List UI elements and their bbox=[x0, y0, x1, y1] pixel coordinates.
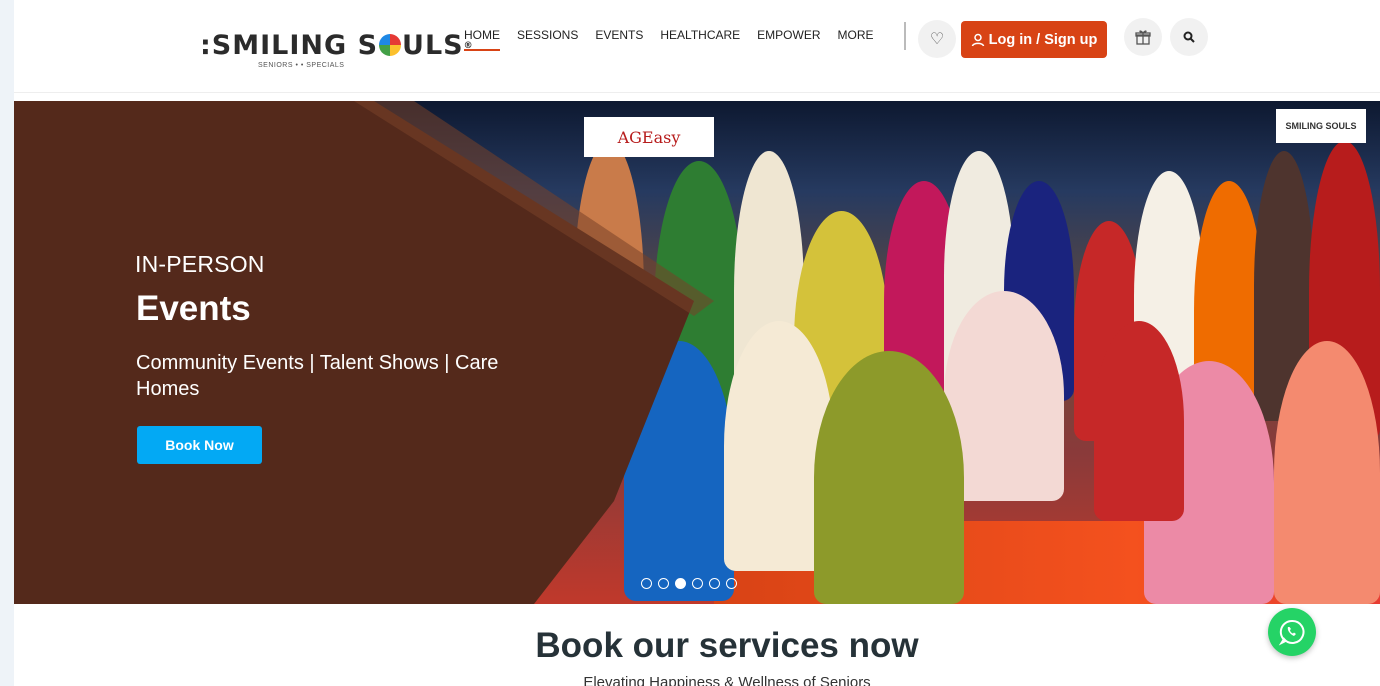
photo-banner-smiling-souls: SMILING SOULS bbox=[1276, 109, 1366, 143]
carousel-dot-1[interactable] bbox=[641, 578, 652, 589]
hero-description: Community Events | Talent Shows | Care H… bbox=[136, 352, 499, 400]
logo-wordmark: :SMILING S ULS® bbox=[200, 30, 474, 61]
services-subheading: Elevating Happiness & Wellness of Senior… bbox=[583, 674, 871, 686]
carousel-dots bbox=[641, 578, 737, 589]
wishlist-button[interactable]: ♡ bbox=[918, 20, 956, 58]
nav-empower[interactable]: EMPOWER bbox=[757, 28, 820, 51]
whatsapp-button[interactable] bbox=[1268, 608, 1316, 656]
heart-icon: ♡ bbox=[929, 31, 945, 48]
nav-events[interactable]: EVENTS bbox=[595, 28, 643, 51]
site-header: :SMILING S ULS® SENIORS • • SPECIALS HOME… bbox=[14, 0, 1380, 93]
services-heading: Book our services now bbox=[535, 626, 919, 665]
photo-person bbox=[1094, 321, 1184, 521]
carousel-dot-2[interactable] bbox=[658, 578, 669, 589]
nav-healthcare[interactable]: HEALTHCARE bbox=[660, 28, 740, 51]
hero-kicker: IN-PERSON bbox=[135, 251, 265, 277]
user-icon bbox=[971, 33, 984, 46]
carousel-dot-6[interactable] bbox=[726, 578, 737, 589]
gift-button[interactable] bbox=[1124, 18, 1162, 56]
nav-more[interactable]: MORE bbox=[838, 28, 874, 51]
photo-banner-ageasy: AGEasy bbox=[584, 117, 714, 157]
login-label: Log in / Sign up bbox=[988, 31, 1098, 48]
brand-logo[interactable]: :SMILING S ULS® SENIORS • • SPECIALS bbox=[200, 26, 474, 76]
carousel-dot-3[interactable] bbox=[675, 578, 686, 589]
gift-icon bbox=[1135, 30, 1151, 45]
photo-person bbox=[1274, 341, 1380, 604]
carousel-dot-5[interactable] bbox=[709, 578, 720, 589]
nav-home[interactable]: HOME bbox=[464, 28, 500, 51]
whatsapp-icon bbox=[1278, 619, 1305, 646]
page: :SMILING S ULS® SENIORS • • SPECIALS HOME… bbox=[14, 0, 1380, 686]
nav-sessions[interactable]: SESSIONS bbox=[517, 28, 578, 51]
main-nav: HOME SESSIONS EVENTS HEALTHCARE EMPOWER … bbox=[464, 28, 874, 51]
book-now-button[interactable]: Book Now bbox=[137, 426, 262, 464]
logo-tagline: SENIORS • • SPECIALS bbox=[258, 62, 345, 69]
search-icon bbox=[1183, 31, 1195, 43]
search-button[interactable] bbox=[1170, 18, 1208, 56]
login-signup-button[interactable]: Log in / Sign up bbox=[961, 21, 1107, 58]
photo-person bbox=[814, 351, 964, 604]
nav-divider bbox=[904, 22, 906, 50]
hero-carousel: AGEasy SMILING SOULS IN-PERSON Events Co… bbox=[14, 101, 1380, 604]
hero-title: Events bbox=[136, 289, 251, 328]
carousel-dot-4[interactable] bbox=[692, 578, 703, 589]
